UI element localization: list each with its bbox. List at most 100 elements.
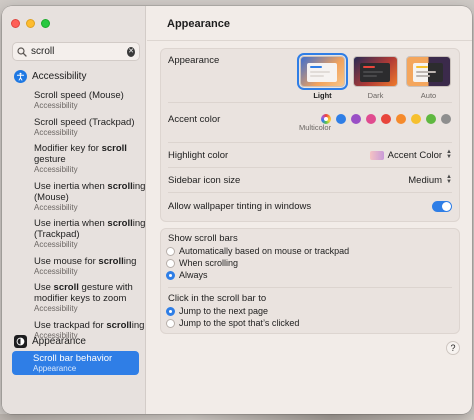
page-title: Appearance (167, 18, 230, 30)
result-title-text: Use inertia when (34, 218, 108, 229)
search-icon (17, 46, 27, 57)
result-title-text: speed (Mouse) (57, 90, 124, 101)
accessibility-icon (14, 70, 27, 83)
result-title: Scroll speed (Mouse) (34, 90, 146, 101)
radio-scroll-when-scrolling[interactable]: When scrolling (166, 258, 238, 268)
highlight-color-swatch (369, 150, 384, 160)
section-accessibility-label: Accessibility (32, 71, 87, 82)
accent-color-swatches (321, 114, 451, 124)
search-result-item[interactable]: Use inertia when scrolling (Trackpad) Acc… (2, 218, 146, 250)
result-title-text: gesture (34, 154, 66, 165)
result-title-match: scroll (101, 143, 127, 154)
result-title-match: scroll (107, 218, 133, 229)
result-title: Modifier key for scroll gesture (34, 143, 146, 165)
result-title-text: Scroll (34, 116, 58, 128)
search-input[interactable] (31, 43, 127, 60)
search-result-item[interactable]: Scroll speed (Mouse) Accessibility (2, 90, 146, 111)
row-divider (168, 287, 452, 288)
accent-swatch-5[interactable] (411, 114, 421, 124)
theme-auto-label: Auto (420, 91, 437, 100)
radio-jump-clicked-spot[interactable]: Jump to the spot that’s clicked (166, 318, 299, 328)
click-scroll-bar-label: Click in the scroll bar to (168, 293, 267, 304)
radio-label: Automatically based on mouse or trackpad (179, 246, 350, 256)
result-subtitle: Accessibility (34, 202, 78, 212)
result-subtitle: Accessibility (34, 304, 78, 313)
show-scroll-bars-label: Show scroll bars (168, 233, 238, 244)
result-title: Scroll bar behavior (33, 353, 113, 364)
minimize-window-button[interactable] (26, 19, 35, 28)
section-appearance[interactable]: Appearance (14, 335, 86, 348)
radio-button-selected (166, 306, 175, 316)
search-result-item[interactable]: Scroll speed (Trackpad) Accessibility (2, 117, 146, 138)
help-button[interactable]: ? (446, 341, 460, 355)
radio-label: When scrolling (179, 258, 239, 268)
desktop-wallpaper-strip (0, 414, 474, 420)
theme-dark[interactable]: Dark (353, 56, 398, 100)
radio-label: Jump to the spot that’s clicked (179, 318, 300, 328)
radio-button (166, 258, 175, 268)
sidebar-icon-size-popup[interactable]: Medium ▲ ▼ (408, 174, 452, 186)
radio-label: Jump to the next page (179, 306, 269, 316)
result-title: Use inertia when scrolling (Trackpad) (34, 218, 146, 240)
result-title-text: Use trackpad for (34, 319, 107, 331)
accent-swatch-6[interactable] (426, 114, 436, 124)
result-title-match: scroll (98, 255, 124, 267)
accent-color-label: Accent color (168, 114, 221, 125)
accent-swatch-2[interactable] (366, 114, 376, 124)
radio-scroll-automatic[interactable]: Automatically based on mouse or trackpad (166, 246, 349, 256)
close-window-button[interactable] (11, 19, 20, 28)
window-controls (11, 19, 50, 28)
appearance-icon (14, 335, 27, 348)
search-result-item[interactable]: Use scroll gesture with modifier keys to… (2, 282, 146, 314)
highlight-color-value: Accent Color (387, 149, 443, 161)
appearance-label: Appearance (168, 55, 220, 66)
sidebar: ✕ Accessibility Scroll speed (Mouse)Acce… (2, 6, 146, 414)
radio-jump-next-page[interactable]: Jump to the next page (166, 306, 268, 316)
theme-picker: Light Dark Auto (297, 53, 451, 100)
appearance-row: Appearance Light Dark Auto (161, 49, 459, 100)
result-title-text: ing (131, 319, 145, 331)
search-results-list: Scroll speed (Mouse) Accessibility Scroll … (2, 90, 146, 346)
result-title-match: scroll (106, 319, 132, 331)
search-result-item[interactable]: Use mouse for scrolling Accessibility (2, 256, 146, 277)
zoom-window-button[interactable] (41, 19, 50, 28)
result-subtitle: Appearance (33, 364, 77, 373)
clear-search-icon[interactable]: ✕ (127, 46, 135, 57)
wallpaper-tinting-toggle[interactable] (432, 200, 452, 212)
sidebar-icon-size-label: Sidebar icon size (168, 174, 241, 186)
result-scroll-bar-behavior[interactable]: Scroll bar behavior Appearance (12, 351, 139, 375)
result-subtitle: Accessibility (34, 127, 78, 137)
result-title: Use trackpad for scrolling (34, 320, 146, 331)
radio-scroll-always[interactable]: Always (166, 270, 208, 280)
result-subtitle: Accessibility (34, 165, 78, 174)
result-title-text: Scroll (34, 90, 58, 101)
section-appearance-label: Appearance (32, 336, 86, 347)
search-field[interactable]: ✕ (12, 42, 140, 61)
theme-light-preview (297, 53, 348, 90)
theme-auto[interactable]: Auto (406, 56, 451, 100)
sidebar-icon-size-row: Sidebar icon size Medium ▲ ▼ (161, 168, 459, 192)
wallpaper-tinting-row: Allow wallpaper tinting in windows (161, 193, 459, 219)
accent-swatch-1[interactable] (351, 114, 361, 124)
accent-color-row: Accent color Multicolor (161, 103, 459, 141)
result-subtitle: Accessibility (34, 240, 78, 249)
result-title-match: scroll (53, 282, 79, 293)
result-subtitle: Accessibility (34, 266, 78, 276)
search-result-item[interactable]: Modifier key for scroll gesture Accessibi… (2, 143, 146, 175)
highlight-color-row: Highlight color Accent Color ▲ ▼ (161, 143, 459, 167)
accent-swatch-0[interactable] (336, 114, 346, 124)
section-accessibility[interactable]: Accessibility (14, 70, 86, 83)
theme-light-label: Light (313, 91, 332, 100)
accent-swatch-7[interactable] (441, 114, 451, 124)
chevron-updown-icon: ▲ ▼ (446, 174, 452, 185)
accent-swatch-4[interactable] (396, 114, 406, 124)
result-title-text: Use inertia when (34, 180, 108, 192)
highlight-color-popup[interactable]: Accent Color ▲ ▼ (369, 149, 452, 161)
result-title-text: ing (123, 255, 137, 267)
radio-button-selected (166, 270, 175, 280)
search-result-item[interactable]: Use inertia when scrolling (Mouse) Access… (2, 181, 146, 213)
theme-light[interactable]: Light (297, 53, 348, 100)
accent-swatch-3[interactable] (381, 114, 391, 124)
result-title: Use inertia when scrolling (Mouse) (34, 181, 146, 203)
settings-window: ✕ Accessibility Scroll speed (Mouse)Acce… (2, 6, 472, 414)
